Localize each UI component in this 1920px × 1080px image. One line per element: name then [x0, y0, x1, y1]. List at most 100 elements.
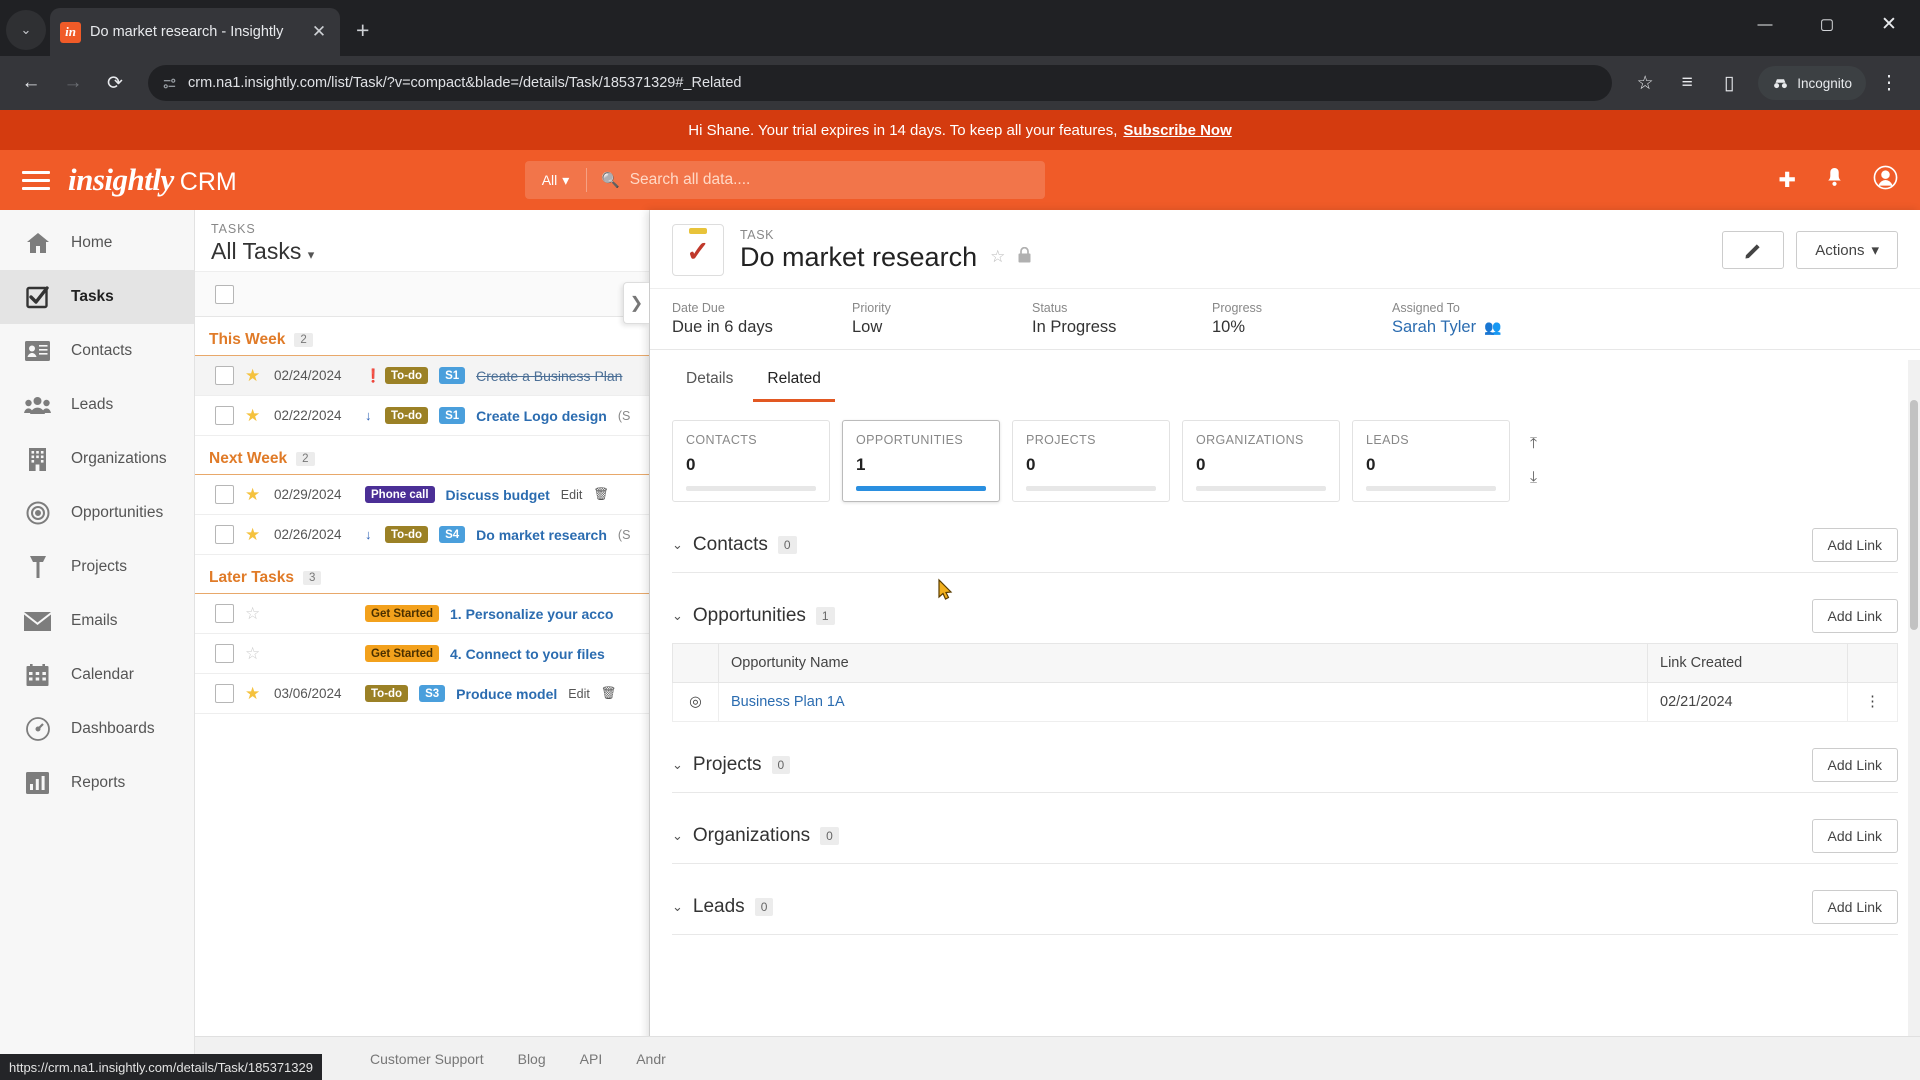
task-checkbox[interactable]	[215, 366, 234, 385]
sidebar-item-contacts[interactable]: Contacts	[0, 324, 194, 378]
task-checkbox[interactable]	[215, 485, 234, 504]
add-link-button[interactable]: Add Link	[1811, 819, 1898, 853]
tab-details[interactable]: Details	[672, 360, 747, 402]
back-button[interactable]: ←	[12, 64, 50, 102]
task-row[interactable]: ☆ Get Started 4. Connect to your files	[195, 634, 649, 674]
stat-card-projects[interactable]: PROJECTS 0	[1012, 420, 1170, 502]
stat-card-opportunities[interactable]: OPPORTUNITIES 1	[842, 420, 1000, 502]
sidebar-item-dashboards[interactable]: Dashboards	[0, 702, 194, 756]
task-name-link[interactable]: Create Logo design	[476, 408, 607, 424]
task-edit-link[interactable]: Edit	[561, 488, 583, 502]
task-delete-icon[interactable]: 🗑	[593, 487, 609, 502]
address-bar[interactable]: crm.na1.insightly.com/list/Task/?v=compa…	[148, 65, 1613, 101]
task-delete-icon[interactable]: 🗑	[601, 686, 617, 701]
browser-tab[interactable]: in Do market research - Insightly ✕	[50, 8, 340, 56]
favorite-star-icon[interactable]: ★	[245, 366, 263, 386]
chevron-down-icon[interactable]: ⌄	[672, 757, 683, 773]
scroll-down-icon[interactable]: ⤓	[1530, 469, 1537, 487]
task-checkbox[interactable]	[215, 604, 234, 623]
favorite-star-icon[interactable]: ★	[245, 525, 263, 545]
actions-button[interactable]: Actions ▾	[1796, 231, 1898, 269]
task-checkbox[interactable]	[215, 684, 234, 703]
list-view-selector[interactable]: All Tasks ▾	[211, 238, 649, 265]
sidebar-item-leads[interactable]: Leads	[0, 378, 194, 432]
sidebar-item-reports[interactable]: Reports	[0, 756, 194, 810]
search-scope-selector[interactable]: All ▾	[525, 168, 587, 192]
reload-button[interactable]: ⟳	[96, 64, 134, 102]
add-link-button[interactable]: Add Link	[1811, 890, 1898, 924]
tab-search-icon[interactable]: ⌄	[6, 10, 46, 50]
user-avatar-icon[interactable]	[1873, 165, 1898, 196]
task-row[interactable]: ★ 02/24/2024 ❗ To-do S1 Create a Business Pla…	[195, 356, 649, 396]
add-new-icon[interactable]: ✚	[1778, 168, 1796, 193]
row-menu-icon[interactable]: ⋮	[1847, 682, 1898, 722]
browser-menu-icon[interactable]: ⋮	[1870, 64, 1908, 102]
opportunity-link[interactable]: Business Plan 1A	[731, 694, 845, 710]
favorite-star-icon[interactable]: ★	[245, 485, 263, 505]
edit-button[interactable]	[1722, 231, 1785, 269]
stat-card-leads[interactable]: LEADS 0	[1352, 420, 1510, 502]
expand-list-button[interactable]: ❯	[623, 282, 649, 324]
chevron-down-icon[interactable]: ⌄	[672, 608, 683, 624]
window-maximize-button[interactable]: ▢	[1796, 0, 1858, 48]
search-input[interactable]: 🔍 Search all data....	[587, 171, 1045, 189]
site-settings-icon[interactable]	[162, 76, 177, 91]
scrollbar-thumb[interactable]	[1910, 400, 1918, 630]
sidebar-item-tasks[interactable]: Tasks	[0, 270, 194, 324]
footer-link[interactable]: Andr	[636, 1051, 666, 1067]
task-row[interactable]: ☆ Get Started 1. Personalize your acco	[195, 594, 649, 634]
window-close-button[interactable]: ✕	[1858, 0, 1920, 48]
incognito-indicator[interactable]: Incognito	[1758, 66, 1866, 100]
favorite-star-icon[interactable]: ☆	[245, 644, 263, 664]
bookmark-star-icon[interactable]: ☆	[1626, 64, 1664, 102]
task-edit-link[interactable]: Edit	[568, 687, 590, 701]
table-row[interactable]: ◎ Business Plan 1A 02/21/2024 ⋮	[672, 682, 1898, 722]
new-tab-button[interactable]: +	[356, 17, 369, 44]
task-name-link[interactable]: Discuss budget	[446, 487, 550, 503]
task-name-link[interactable]: 4. Connect to your files	[450, 646, 605, 662]
sidebar-item-organizations[interactable]: Organizations	[0, 432, 194, 486]
side-panel-icon[interactable]: ▯	[1710, 64, 1748, 102]
task-row[interactable]: ★ 02/26/2024 ↓ To-do S4 Do market research (S	[195, 515, 649, 555]
footer-link[interactable]: Customer Support	[370, 1051, 484, 1067]
tab-close-icon[interactable]: ✕	[308, 22, 330, 42]
chevron-down-icon[interactable]: ⌄	[672, 899, 683, 915]
task-name-link[interactable]: Produce model	[456, 686, 557, 702]
favorite-star-icon[interactable]: ★	[245, 406, 263, 426]
reading-list-icon[interactable]: ≡	[1668, 64, 1706, 102]
favorite-star-icon[interactable]: ☆	[990, 247, 1005, 267]
select-all-checkbox[interactable]	[215, 284, 234, 304]
forward-button[interactable]: →	[54, 64, 92, 102]
task-name-link[interactable]: Create a Business Plan	[476, 368, 622, 384]
menu-hamburger-icon[interactable]	[22, 170, 50, 190]
sidebar-item-home[interactable]: Home	[0, 216, 194, 270]
favorite-star-icon[interactable]: ☆	[245, 604, 263, 624]
chevron-down-icon[interactable]: ⌄	[672, 828, 683, 844]
footer-link[interactable]: Blog	[518, 1051, 546, 1067]
blade-scrollbar[interactable]	[1908, 360, 1920, 1080]
task-checkbox[interactable]	[215, 525, 234, 544]
footer-link[interactable]: API	[580, 1051, 603, 1067]
sidebar-item-emails[interactable]: Emails	[0, 594, 194, 648]
chevron-down-icon[interactable]: ⌄	[672, 537, 683, 553]
add-link-button[interactable]: Add Link	[1811, 528, 1898, 562]
task-name-link[interactable]: Do market research	[476, 527, 607, 543]
favorite-star-icon[interactable]: ★	[245, 684, 263, 704]
sidebar-item-opportunities[interactable]: Opportunities	[0, 486, 194, 540]
add-link-button[interactable]: Add Link	[1811, 748, 1898, 782]
task-name-link[interactable]: 1. Personalize your acco	[450, 606, 613, 622]
stat-card-organizations[interactable]: ORGANIZATIONS 0	[1182, 420, 1340, 502]
window-minimize-button[interactable]: —	[1734, 0, 1796, 48]
global-search-bar[interactable]: All ▾ 🔍 Search all data....	[525, 161, 1045, 199]
scroll-up-icon[interactable]: ⤒	[1530, 435, 1537, 453]
stat-card-contacts[interactable]: CONTACTS 0	[672, 420, 830, 502]
task-checkbox[interactable]	[215, 406, 234, 425]
meta-value[interactable]: Sarah Tyler 👥	[1392, 318, 1572, 337]
sidebar-item-calendar[interactable]: Calendar	[0, 648, 194, 702]
add-link-button[interactable]: Add Link	[1811, 599, 1898, 633]
subscribe-now-link[interactable]: Subscribe Now	[1123, 122, 1231, 139]
task-row[interactable]: ★ 02/22/2024 ↓ To-do S1 Create Logo design (S	[195, 396, 649, 436]
task-row[interactable]: ★ 02/29/2024 Phone call Discuss budget Edit 🗑	[195, 475, 649, 515]
sidebar-item-projects[interactable]: Projects	[0, 540, 194, 594]
task-checkbox[interactable]	[215, 644, 234, 663]
